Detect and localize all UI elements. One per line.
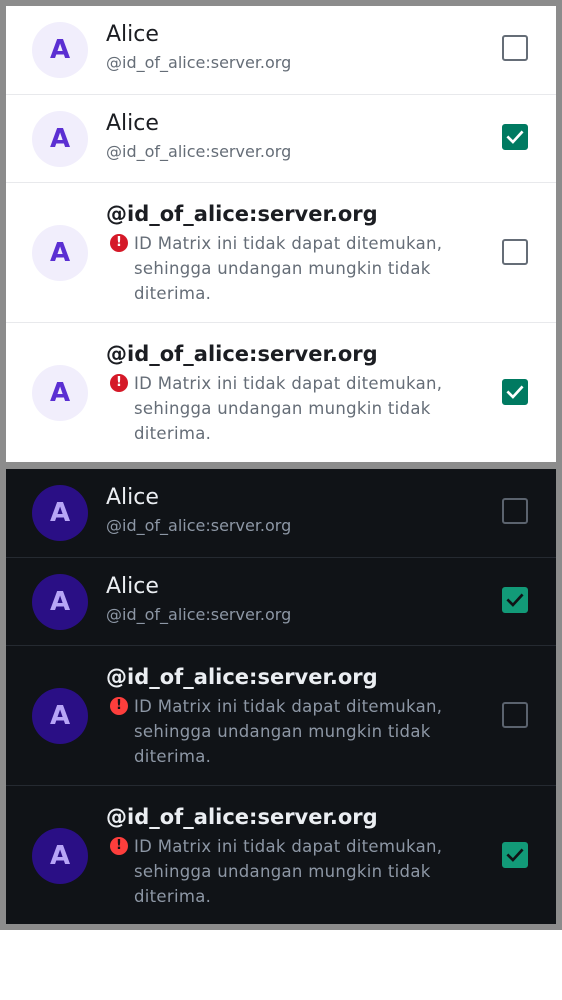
light-theme-list: A Alice @id_of_alice:server.org A Alice … [6,6,556,462]
avatar: A [32,111,88,167]
user-row[interactable]: A Alice @id_of_alice:server.org [6,94,556,182]
warning-text: ID Matrix ini tidak dapat ditemukan, seh… [134,837,443,906]
display-name: Alice [106,485,159,510]
select-checkbox[interactable] [502,498,528,524]
error-icon: ! [110,837,128,855]
user-row[interactable]: A Alice @id_of_alice:server.org [6,557,556,645]
user-text: @id_of_alice:server.org ! ID Matrix ini … [106,339,456,446]
matrix-id: @id_of_alice:server.org [106,342,378,366]
dark-theme-list: A Alice @id_of_alice:server.org A Alice … [6,469,556,924]
user-id: @id_of_alice:server.org [106,605,292,624]
warning-text: ID Matrix ini tidak dapat ditemukan, seh… [134,374,443,443]
warning-message: ! ID Matrix ini tidak dapat ditemukan, s… [106,231,456,306]
select-checkbox[interactable] [502,379,528,405]
user-text: Alice @id_of_alice:server.org [106,572,456,626]
select-checkbox[interactable] [502,702,528,728]
user-row-unresolved[interactable]: A @id_of_alice:server.org ! ID Matrix in… [6,785,556,924]
select-checkbox[interactable] [502,35,528,61]
check-icon [506,848,524,862]
user-row-unresolved[interactable]: A @id_of_alice:server.org ! ID Matrix in… [6,322,556,462]
warning-text: ID Matrix ini tidak dapat ditemukan, seh… [134,697,443,766]
user-id: @id_of_alice:server.org [106,53,292,72]
avatar: A [32,828,88,884]
user-row-unresolved[interactable]: A @id_of_alice:server.org ! ID Matrix in… [6,182,556,322]
select-checkbox[interactable] [502,587,528,613]
avatar: A [32,485,88,541]
user-row[interactable]: A Alice @id_of_alice:server.org [6,469,556,557]
matrix-id: @id_of_alice:server.org [106,805,378,829]
user-text: @id_of_alice:server.org ! ID Matrix ini … [106,662,456,769]
avatar: A [32,574,88,630]
avatar: A [32,225,88,281]
avatar: A [32,365,88,421]
avatar: A [32,22,88,78]
display-name: Alice [106,111,159,136]
user-id: @id_of_alice:server.org [106,516,292,535]
select-checkbox[interactable] [502,239,528,265]
check-icon [506,385,524,399]
check-icon [506,130,524,144]
matrix-id: @id_of_alice:server.org [106,665,378,689]
error-icon: ! [110,234,128,252]
avatar: A [32,688,88,744]
preview-frame: A Alice @id_of_alice:server.org A Alice … [0,0,562,930]
display-name: Alice [106,22,159,47]
user-row-unresolved[interactable]: A @id_of_alice:server.org ! ID Matrix in… [6,645,556,785]
matrix-id: @id_of_alice:server.org [106,202,378,226]
user-id: @id_of_alice:server.org [106,142,292,161]
user-row[interactable]: A Alice @id_of_alice:server.org [6,6,556,94]
error-icon: ! [110,697,128,715]
error-icon: ! [110,374,128,392]
check-icon [506,593,524,607]
user-text: Alice @id_of_alice:server.org [106,483,456,537]
warning-message: ! ID Matrix ini tidak dapat ditemukan, s… [106,694,456,769]
select-checkbox[interactable] [502,842,528,868]
user-text: @id_of_alice:server.org ! ID Matrix ini … [106,802,456,909]
user-text: @id_of_alice:server.org ! ID Matrix ini … [106,199,456,306]
warning-message: ! ID Matrix ini tidak dapat ditemukan, s… [106,834,456,909]
warning-text: ID Matrix ini tidak dapat ditemukan, seh… [134,234,443,303]
warning-message: ! ID Matrix ini tidak dapat ditemukan, s… [106,371,456,446]
user-text: Alice @id_of_alice:server.org [106,20,456,74]
select-checkbox[interactable] [502,124,528,150]
user-text: Alice @id_of_alice:server.org [106,109,456,163]
display-name: Alice [106,574,159,599]
